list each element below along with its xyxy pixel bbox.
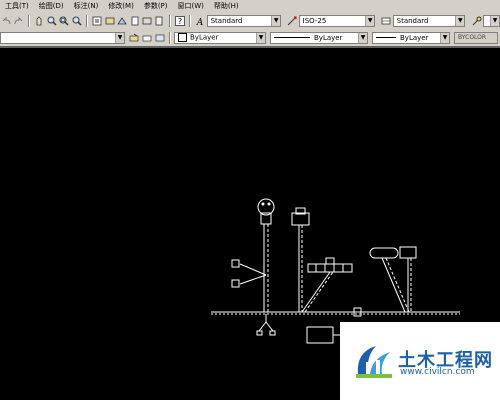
- plot-style-value: BYCOLOR: [458, 34, 487, 41]
- lamp-pole: [231, 198, 276, 336]
- color-select[interactable]: ByLayer ▼: [174, 31, 266, 44]
- multileader-style-select[interactable]: ▼: [482, 14, 500, 27]
- linetype-value: ByLayer: [314, 33, 343, 42]
- linetype-select[interactable]: ByLayer ▼: [270, 31, 368, 44]
- design-center-icon[interactable]: [104, 15, 114, 26]
- linetype-value-wrap: ByLayer: [274, 34, 342, 42]
- lineweight-select[interactable]: ByLayer ▼: [372, 31, 450, 44]
- table-style-icon[interactable]: [381, 15, 391, 26]
- color-value: ByLayer: [190, 33, 219, 42]
- menu-modify[interactable]: 修改(M): [103, 1, 139, 11]
- equipment-pole: [291, 207, 353, 313]
- color-swatch: [178, 33, 187, 42]
- redo-icon[interactable]: [13, 15, 23, 26]
- menu-draw[interactable]: 绘图(D): [34, 1, 69, 11]
- properties-toolbar: ▼ ByLayer ▼ ByLayer ▼ ByLayer ▼ BYCOLOR: [0, 29, 500, 48]
- layer-previous-icon[interactable]: [141, 32, 152, 43]
- layer-properties-icon[interactable]: [154, 32, 165, 43]
- standard-toolbar: ? A Standard ▼ ISO-25 ▼ Standard ▼ ▼: [0, 12, 500, 30]
- zoom-window-icon[interactable]: [59, 15, 69, 26]
- svg-text:?: ?: [178, 17, 182, 26]
- chevron-down-icon: ▼: [358, 32, 367, 43]
- toolbar-separator: [169, 31, 171, 44]
- chevron-down-icon: ▼: [490, 15, 500, 26]
- zoom-realtime-icon[interactable]: [46, 15, 57, 26]
- calculator-icon[interactable]: [154, 15, 164, 26]
- chevron-down-icon: ▼: [455, 15, 465, 26]
- tank-structure: [369, 246, 417, 313]
- menu-help[interactable]: 帮助(H): [209, 1, 244, 11]
- logo-icon: [356, 346, 392, 378]
- zoom-previous-icon[interactable]: [71, 15, 82, 26]
- sheet-set-icon[interactable]: [129, 15, 139, 26]
- menu-dimension[interactable]: 标注(N): [69, 1, 104, 11]
- layer-select[interactable]: ▼: [0, 31, 125, 44]
- pan-icon[interactable]: [34, 15, 44, 26]
- toolbar-separator: [27, 14, 30, 27]
- markup-icon[interactable]: [142, 15, 152, 26]
- color-value-wrap: ByLayer: [178, 33, 218, 42]
- multileader-style-icon[interactable]: [471, 15, 482, 26]
- toolbar-separator: [85, 14, 88, 27]
- menu-parameters[interactable]: 参数(P): [139, 1, 173, 11]
- svg-text:A: A: [196, 18, 204, 26]
- text-style-value: Standard: [210, 16, 243, 25]
- toolbar-separator: [168, 14, 171, 27]
- table-style-value: Standard: [396, 16, 429, 25]
- dim-style-icon[interactable]: [287, 15, 297, 26]
- text-style-select[interactable]: Standard ▼: [206, 14, 282, 27]
- dim-style-select[interactable]: ISO-25 ▼: [298, 14, 376, 27]
- linetype-sample: [274, 37, 310, 38]
- make-layer-current-icon[interactable]: [128, 32, 139, 43]
- lineweight-sample: [376, 37, 396, 38]
- chevron-down-icon: ▼: [365, 15, 375, 26]
- menu-window[interactable]: 窗口(W): [173, 1, 209, 11]
- chevron-down-icon: ▼: [440, 32, 449, 43]
- text-style-icon[interactable]: A: [195, 15, 205, 26]
- chevron-down-icon: ▼: [271, 15, 281, 26]
- logo-url: www.civilcn.com: [400, 367, 475, 377]
- base-line: [211, 311, 460, 315]
- table-style-select[interactable]: Standard ▼: [392, 14, 466, 27]
- tool-palettes-icon[interactable]: [117, 15, 127, 26]
- dim-style-value: ISO-25: [302, 16, 327, 25]
- lineweight-value: ByLayer: [400, 33, 429, 42]
- chevron-down-icon: ▼: [115, 32, 124, 43]
- plot-style-select: BYCOLOR: [454, 31, 498, 44]
- toolbar-separator: [189, 14, 192, 27]
- lineweight-value-wrap: ByLayer: [376, 34, 428, 42]
- help-icon[interactable]: ?: [175, 15, 185, 26]
- chevron-down-icon: ▼: [256, 32, 265, 43]
- properties-icon[interactable]: [92, 15, 102, 26]
- undo-icon[interactable]: [1, 15, 11, 26]
- menu-tools[interactable]: 工具(T): [0, 1, 34, 11]
